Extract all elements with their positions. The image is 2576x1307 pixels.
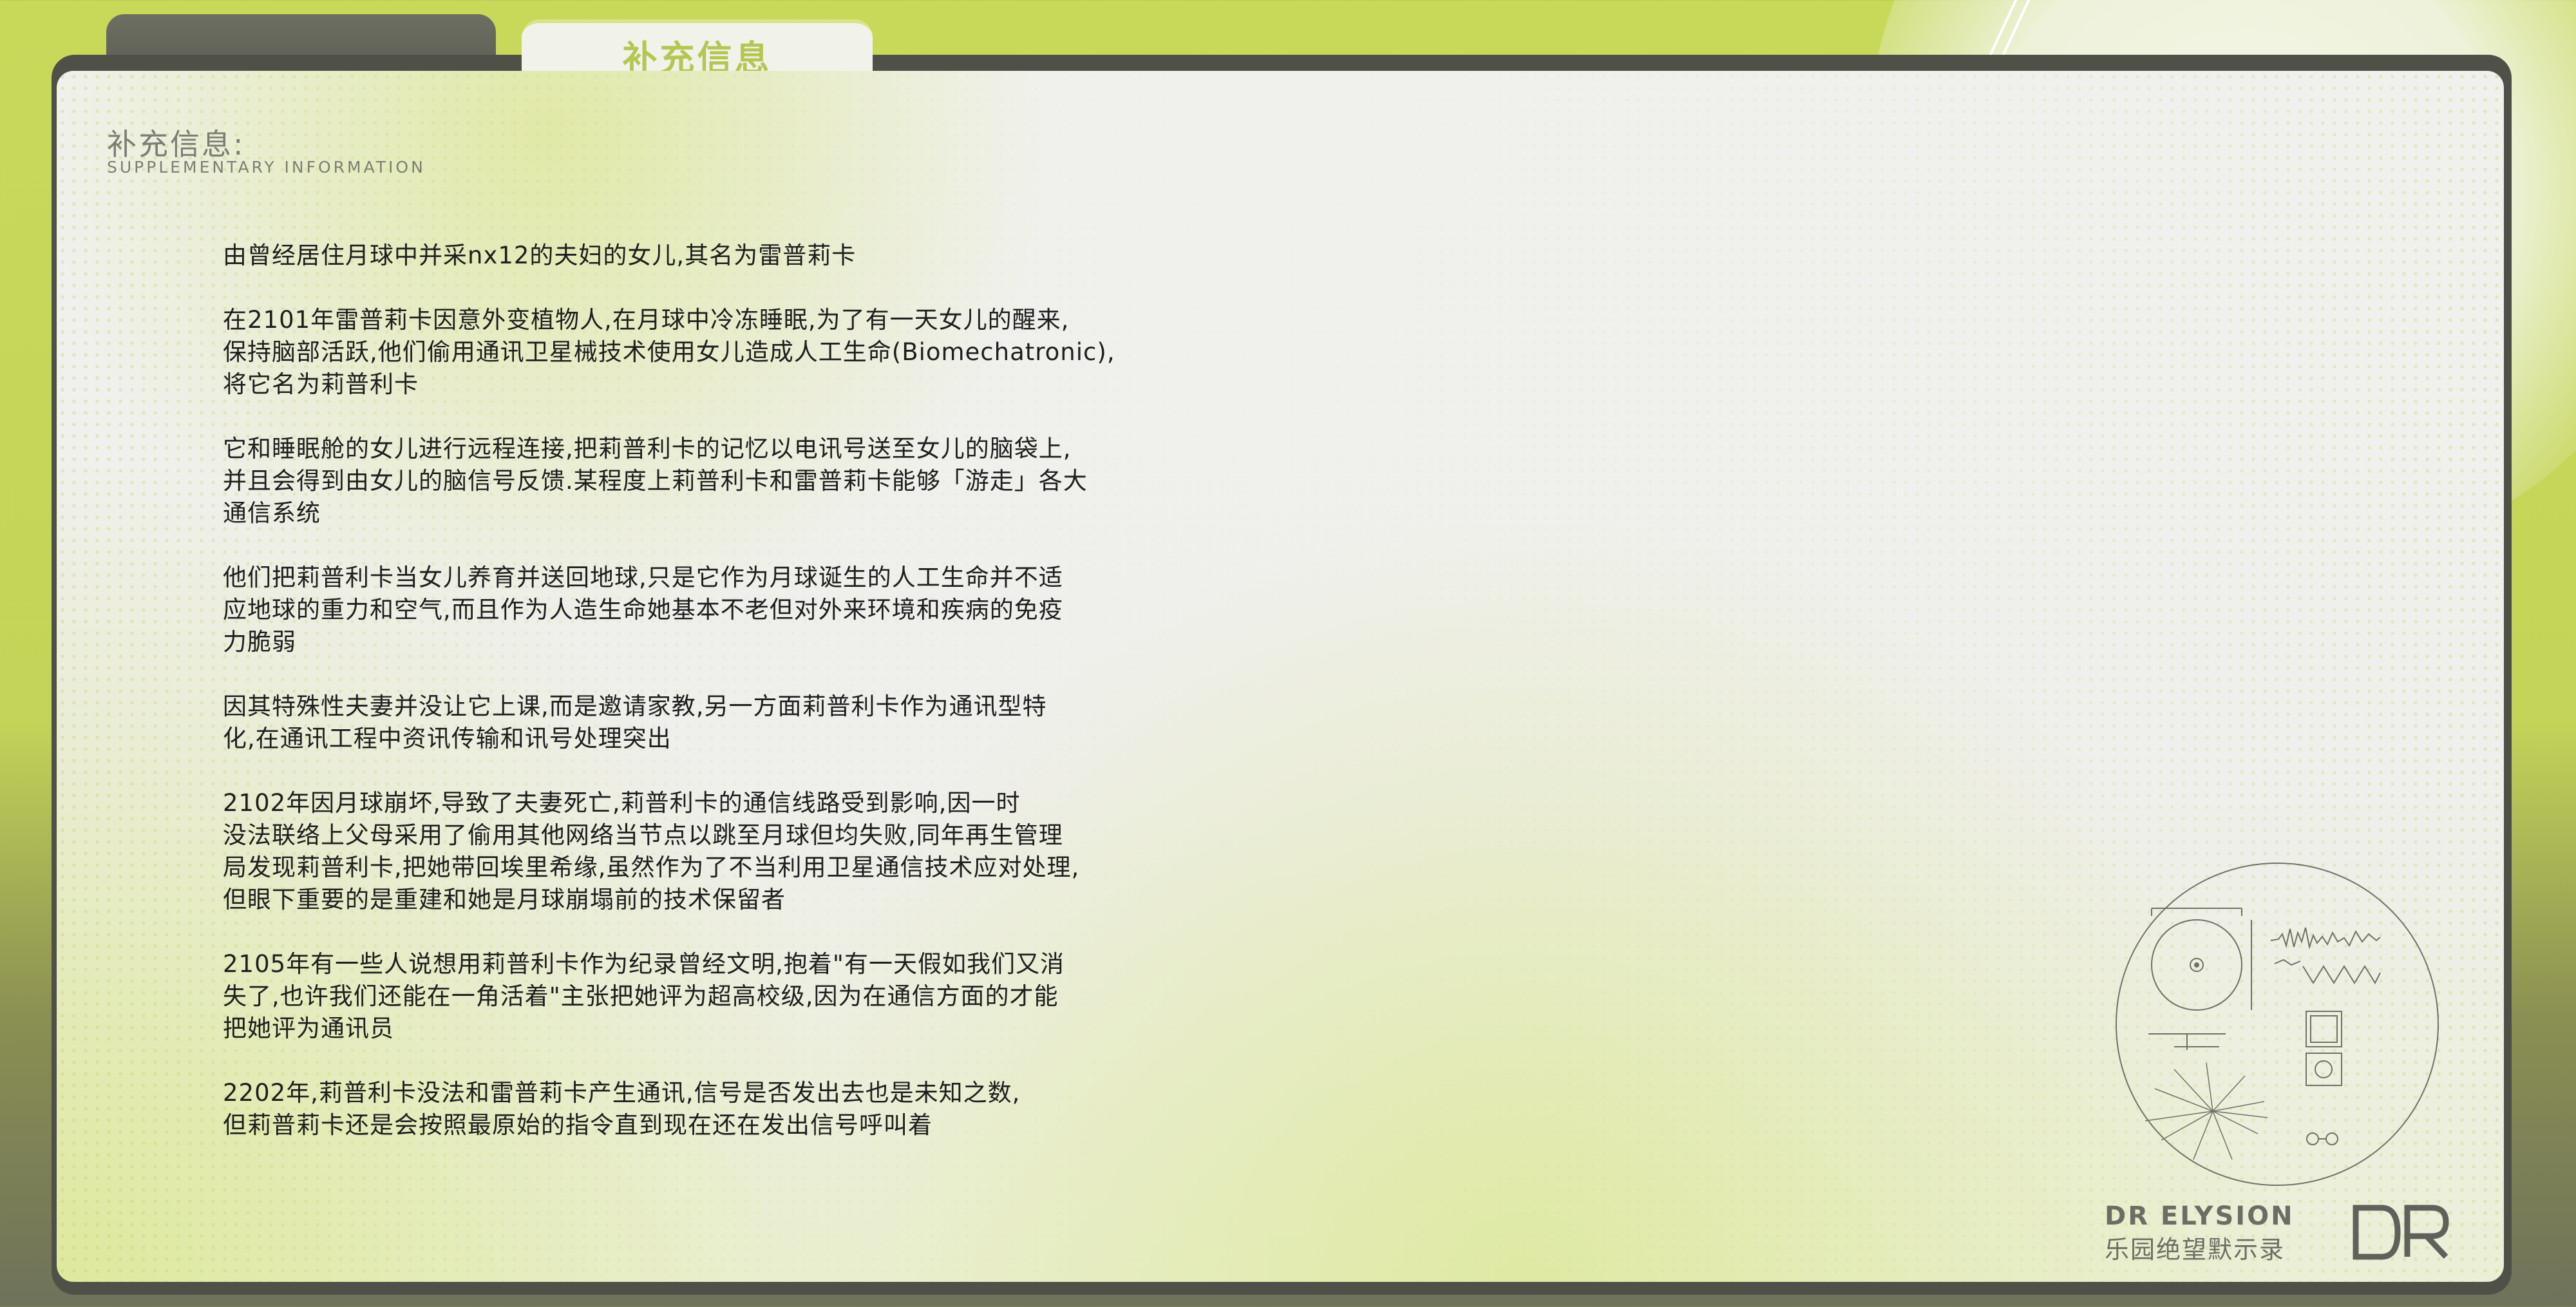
paragraph: 2102年因月球崩坏,导致了夫妻死亡,莉普利卡的通信线路受到影响,因一时 没法联… xyxy=(223,789,1080,913)
logo-english: DR ELYSION xyxy=(2105,1201,2295,1231)
paragraph: 他们把莉普利卡当女儿养育并送回地球,只是它作为月球诞生的人工生命并不适 应地球的… xyxy=(223,564,1063,656)
paragraph: 因其特殊性夫妻并没让它上课,而是邀请家教,另一方面莉普利卡作为通讯型特 化,在通… xyxy=(223,692,1047,752)
dr-elysion-logo-icon xyxy=(2353,1205,2449,1260)
info-text: 由曾经居住月球中并采nx12的夫妇的女儿,其名为雷普莉卡 在2101年雷普莉卡因… xyxy=(223,240,1318,1174)
section-subtitle: SUPPLEMENTARY INFORMATION xyxy=(107,158,426,176)
paragraph: 由曾经居住月球中并采nx12的夫妇的女儿,其名为雷普莉卡 xyxy=(223,242,857,269)
golden-record-diagram-icon xyxy=(2116,863,2439,1186)
logo-chinese: 乐园绝望默示录 xyxy=(2105,1235,2286,1264)
dr-elysion-logo: DR ELYSION 乐园绝望默示录 xyxy=(2105,1201,2449,1272)
paragraph: 2105年有一些人说想用莉普利卡作为纪录曾经文明,抱着"有一天假如我们又消 失了… xyxy=(223,950,1065,1042)
info-panel: 补充信息: SUPPLEMENTARY INFORMATION 由曾经居住月球中… xyxy=(57,71,2504,1282)
paragraph: 2202年,莉普利卡没法和雷普莉卡产生通讯,信号是否发出去也是未知之数, 但莉普… xyxy=(223,1079,1021,1139)
paragraph: 在2101年雷普莉卡因意外变植物人,在月球中冷冻睡眠,为了有一天女儿的醒来, 保… xyxy=(223,306,1115,398)
paragraph: 它和睡眠舱的女儿进行远程连接,把莉普利卡的记忆以电讯号送至女儿的脑袋上, 并且会… xyxy=(223,435,1088,527)
